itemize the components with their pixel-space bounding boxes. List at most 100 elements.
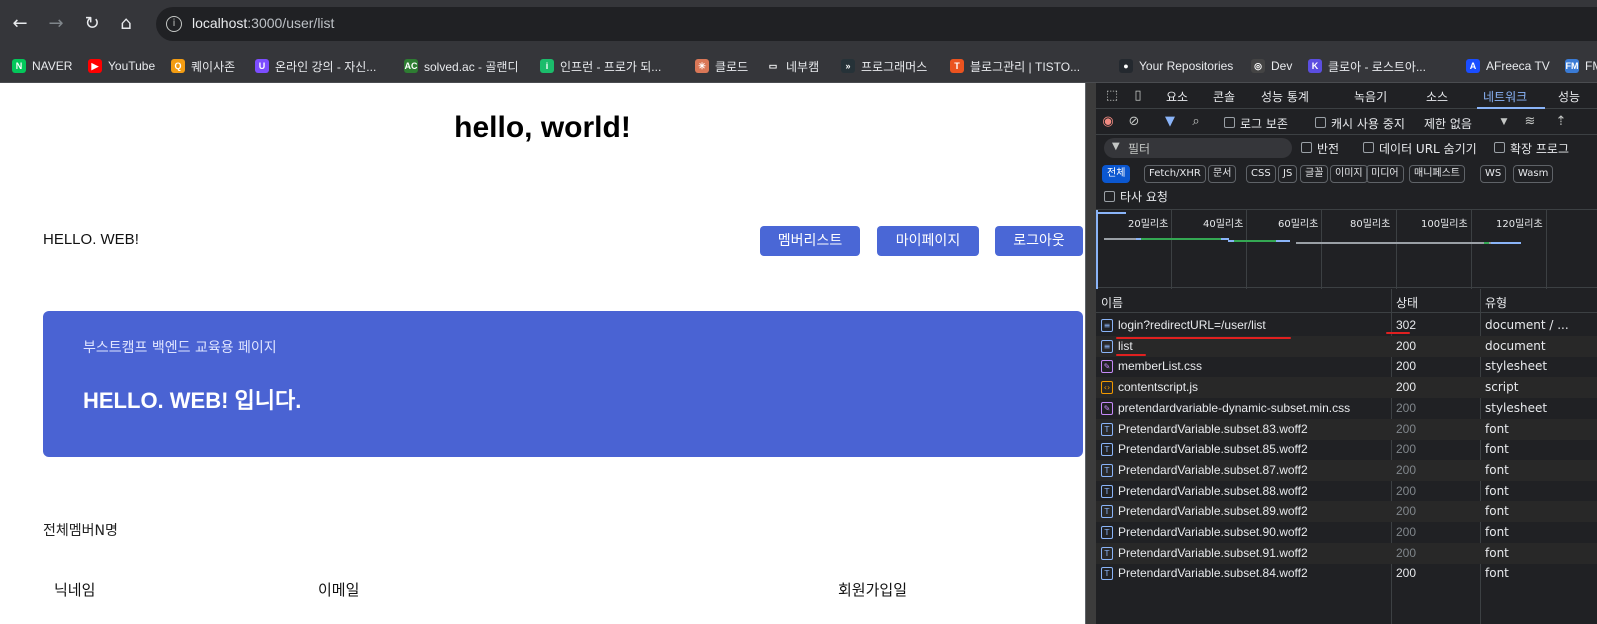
chevron-down-icon[interactable]: ▼ bbox=[1496, 114, 1512, 130]
font-resource-icon: T bbox=[1101, 484, 1113, 498]
request-row[interactable]: T PretendardVariable.subset.87.woff2 200 fo… bbox=[1096, 459, 1597, 481]
bookmarks-bar: N NAVER ▶ YouTube Q 퀘이사존 U 온라인 강의 - 자신... AC solv… bbox=[0, 48, 1597, 83]
bookmark-item[interactable]: Q 퀘이사존 bbox=[171, 57, 235, 75]
bookmark-item[interactable]: ▶ YouTube bbox=[88, 57, 155, 75]
third-party-label: 타사 요청 bbox=[1120, 190, 1168, 204]
request-row[interactable]: T PretendardVariable.subset.85.woff2 200 fo… bbox=[1096, 439, 1597, 460]
my-page-button[interactable]: 마이페이지 bbox=[877, 226, 979, 256]
clear-icon[interactable]: ⊘ bbox=[1126, 114, 1142, 130]
bookmark-item[interactable]: FM FM bbox=[1565, 57, 1597, 75]
request-row[interactable]: ‹› contentscript.js 200 script bbox=[1096, 377, 1597, 399]
request-row[interactable]: T PretendardVariable.subset.88.woff2 200 fo… bbox=[1096, 481, 1597, 502]
request-name: login?redirectURL=/user/list bbox=[1118, 318, 1266, 332]
timeline-tick-label: 80밀리초 bbox=[1350, 219, 1391, 230]
home-icon[interactable]: ⌂ bbox=[114, 12, 138, 36]
header-type[interactable]: 유형 bbox=[1485, 294, 1507, 311]
address-bar[interactable]: i localhost:3000/user/list bbox=[156, 7, 1597, 41]
bookmark-favicon-icon: ✳ bbox=[695, 59, 709, 73]
tab-sources[interactable]: 소스 bbox=[1426, 88, 1448, 105]
bookmark-item[interactable]: T 블로그관리 | TISTO... bbox=[950, 57, 1080, 75]
preserve-log-checkbox[interactable] bbox=[1224, 117, 1235, 128]
search-icon[interactable]: ⌕ bbox=[1188, 114, 1204, 130]
filter-chip[interactable]: JS bbox=[1278, 165, 1298, 183]
tab-recorder[interactable]: 녹음기 bbox=[1354, 88, 1387, 105]
disable-cache-checkbox[interactable] bbox=[1315, 117, 1326, 128]
bookmark-item[interactable]: ● Your Repositories bbox=[1119, 57, 1233, 75]
upload-icon[interactable]: ⇡ bbox=[1553, 114, 1569, 130]
filter-chip[interactable]: 이미지 bbox=[1330, 165, 1368, 183]
request-row[interactable]: T PretendardVariable.subset.89.woff2 200 fo… bbox=[1096, 501, 1597, 523]
filter-chip[interactable]: 매니페스트 bbox=[1409, 165, 1465, 183]
request-row[interactable]: T PretendardVariable.subset.91.woff2 200 fo… bbox=[1096, 542, 1597, 564]
request-row[interactable]: ✎ memberList.css 200 stylesheet bbox=[1096, 356, 1597, 377]
forward-icon[interactable]: → bbox=[44, 12, 68, 36]
tab-console[interactable]: 콘솔 bbox=[1213, 88, 1235, 105]
bookmark-favicon-icon: U bbox=[255, 59, 269, 73]
bookmark-label: FM bbox=[1585, 59, 1597, 73]
throttle-select[interactable]: 제한 없음 bbox=[1424, 115, 1472, 132]
invert-checkbox[interactable] bbox=[1301, 142, 1312, 153]
devtools-panel: ⬚ ▯ 요소 콘솔 성능 통계 녹음기 소스 네트워크 성능 ◉ ⊘ ▼ ⌕ 로… bbox=[1096, 83, 1597, 624]
filter-chip[interactable]: WS bbox=[1480, 165, 1507, 183]
filter-chip[interactable]: 글꼴 bbox=[1300, 165, 1329, 183]
site-info-icon[interactable]: i bbox=[166, 16, 182, 32]
record-icon[interactable]: ◉ bbox=[1100, 114, 1116, 130]
bookmark-item[interactable]: i 인프런 - 프로가 되... bbox=[540, 57, 661, 75]
devtools-splitter[interactable] bbox=[1085, 83, 1096, 624]
url-text[interactable]: localhost:3000/user/list bbox=[192, 15, 334, 31]
request-row[interactable]: T PretendardVariable.subset.84.woff2 200 fo… bbox=[1096, 563, 1597, 584]
request-status: 200 bbox=[1396, 504, 1417, 519]
inspect-icon[interactable]: ⬚ bbox=[1104, 88, 1120, 104]
bookmark-item[interactable]: AC solved.ac - 골랜디 bbox=[404, 57, 518, 75]
network-conditions-icon[interactable]: ≋ bbox=[1522, 114, 1538, 130]
bookmark-favicon-icon: ◎ bbox=[1251, 59, 1265, 73]
request-row[interactable]: T PretendardVariable.subset.83.woff2 200 fo… bbox=[1096, 418, 1597, 440]
request-row[interactable]: T PretendardVariable.subset.90.woff2 200 fo… bbox=[1096, 522, 1597, 543]
logout-button[interactable]: 로그아웃 bbox=[995, 226, 1083, 256]
bookmark-label: NAVER bbox=[32, 59, 73, 73]
filter-chip[interactable]: CSS bbox=[1246, 165, 1276, 183]
hero-subtitle: 부스트캠프 백엔드 교육용 페이지 bbox=[83, 340, 277, 356]
bookmark-item[interactable]: A AFreeca TV bbox=[1466, 57, 1550, 75]
bookmark-item[interactable]: K 클로아 - 로스트아... bbox=[1308, 57, 1426, 75]
filter-chip[interactable]: Wasm bbox=[1513, 165, 1554, 183]
filter-icon[interactable]: ▼ bbox=[1162, 114, 1178, 130]
hide-extension-checkbox[interactable] bbox=[1494, 142, 1505, 153]
request-name: PretendardVariable.subset.90.woff2 bbox=[1118, 525, 1308, 539]
bookmark-item[interactable]: U 온라인 강의 - 자신... bbox=[255, 57, 376, 75]
filter-chip[interactable]: 전체 bbox=[1102, 165, 1131, 183]
bookmark-favicon-icon: FM bbox=[1565, 59, 1579, 73]
request-row[interactable]: ✎ pretendardvariable-dynamic-subset.min.c… bbox=[1096, 398, 1597, 419]
header-status[interactable]: 상태 bbox=[1396, 294, 1418, 311]
bookmark-item[interactable]: ◎ Dev bbox=[1251, 57, 1292, 75]
back-icon[interactable]: ← bbox=[8, 12, 32, 36]
third-party-checkbox[interactable] bbox=[1104, 191, 1115, 202]
bookmark-label: 네부캠 bbox=[786, 59, 820, 74]
filter-chip[interactable]: 문서 bbox=[1208, 165, 1237, 183]
tab-performance[interactable]: 성능 bbox=[1558, 88, 1580, 105]
device-toolbar-icon[interactable]: ▯ bbox=[1130, 88, 1146, 104]
filter-chip[interactable]: 미디어 bbox=[1366, 165, 1404, 183]
site-brand[interactable]: HELLO. WEB! bbox=[43, 231, 139, 248]
bookmark-favicon-icon: » bbox=[841, 59, 855, 73]
invert-label: 반전 bbox=[1317, 142, 1340, 156]
bookmark-item[interactable]: » 프로그래머스 bbox=[841, 57, 927, 75]
member-list-button[interactable]: 멤버리스트 bbox=[760, 226, 860, 256]
reload-icon[interactable]: ↻ bbox=[80, 12, 104, 36]
preserve-log-label: 로그 보존 bbox=[1240, 117, 1288, 131]
header-name[interactable]: 이름 bbox=[1101, 294, 1123, 311]
network-overview-timeline[interactable]: 20밀리초 40밀리초 60밀리초 80밀리초 100밀리초 120밀리초 bbox=[1096, 209, 1597, 289]
filter-input[interactable]: ▼ 필터 bbox=[1104, 138, 1292, 158]
request-row[interactable]: ≡ login?redirectURL=/user/list 302 document… bbox=[1096, 315, 1597, 336]
request-type: stylesheet bbox=[1485, 359, 1548, 374]
hide-data-urls-checkbox[interactable] bbox=[1363, 142, 1374, 153]
bookmark-label: 퀘이사존 bbox=[191, 59, 236, 74]
tab-elements[interactable]: 요소 bbox=[1166, 88, 1188, 105]
bookmark-item[interactable]: ✳ 클로드 bbox=[695, 57, 748, 75]
bookmark-item[interactable]: ▭ 네부캠 bbox=[766, 57, 819, 75]
tab-network[interactable]: 네트워크 bbox=[1483, 88, 1527, 105]
bookmark-favicon-icon: T bbox=[950, 59, 964, 73]
bookmark-item[interactable]: N NAVER bbox=[12, 57, 72, 75]
tab-performance-insights[interactable]: 성능 통계 bbox=[1261, 88, 1309, 105]
filter-chip[interactable]: Fetch/XHR bbox=[1144, 165, 1206, 183]
